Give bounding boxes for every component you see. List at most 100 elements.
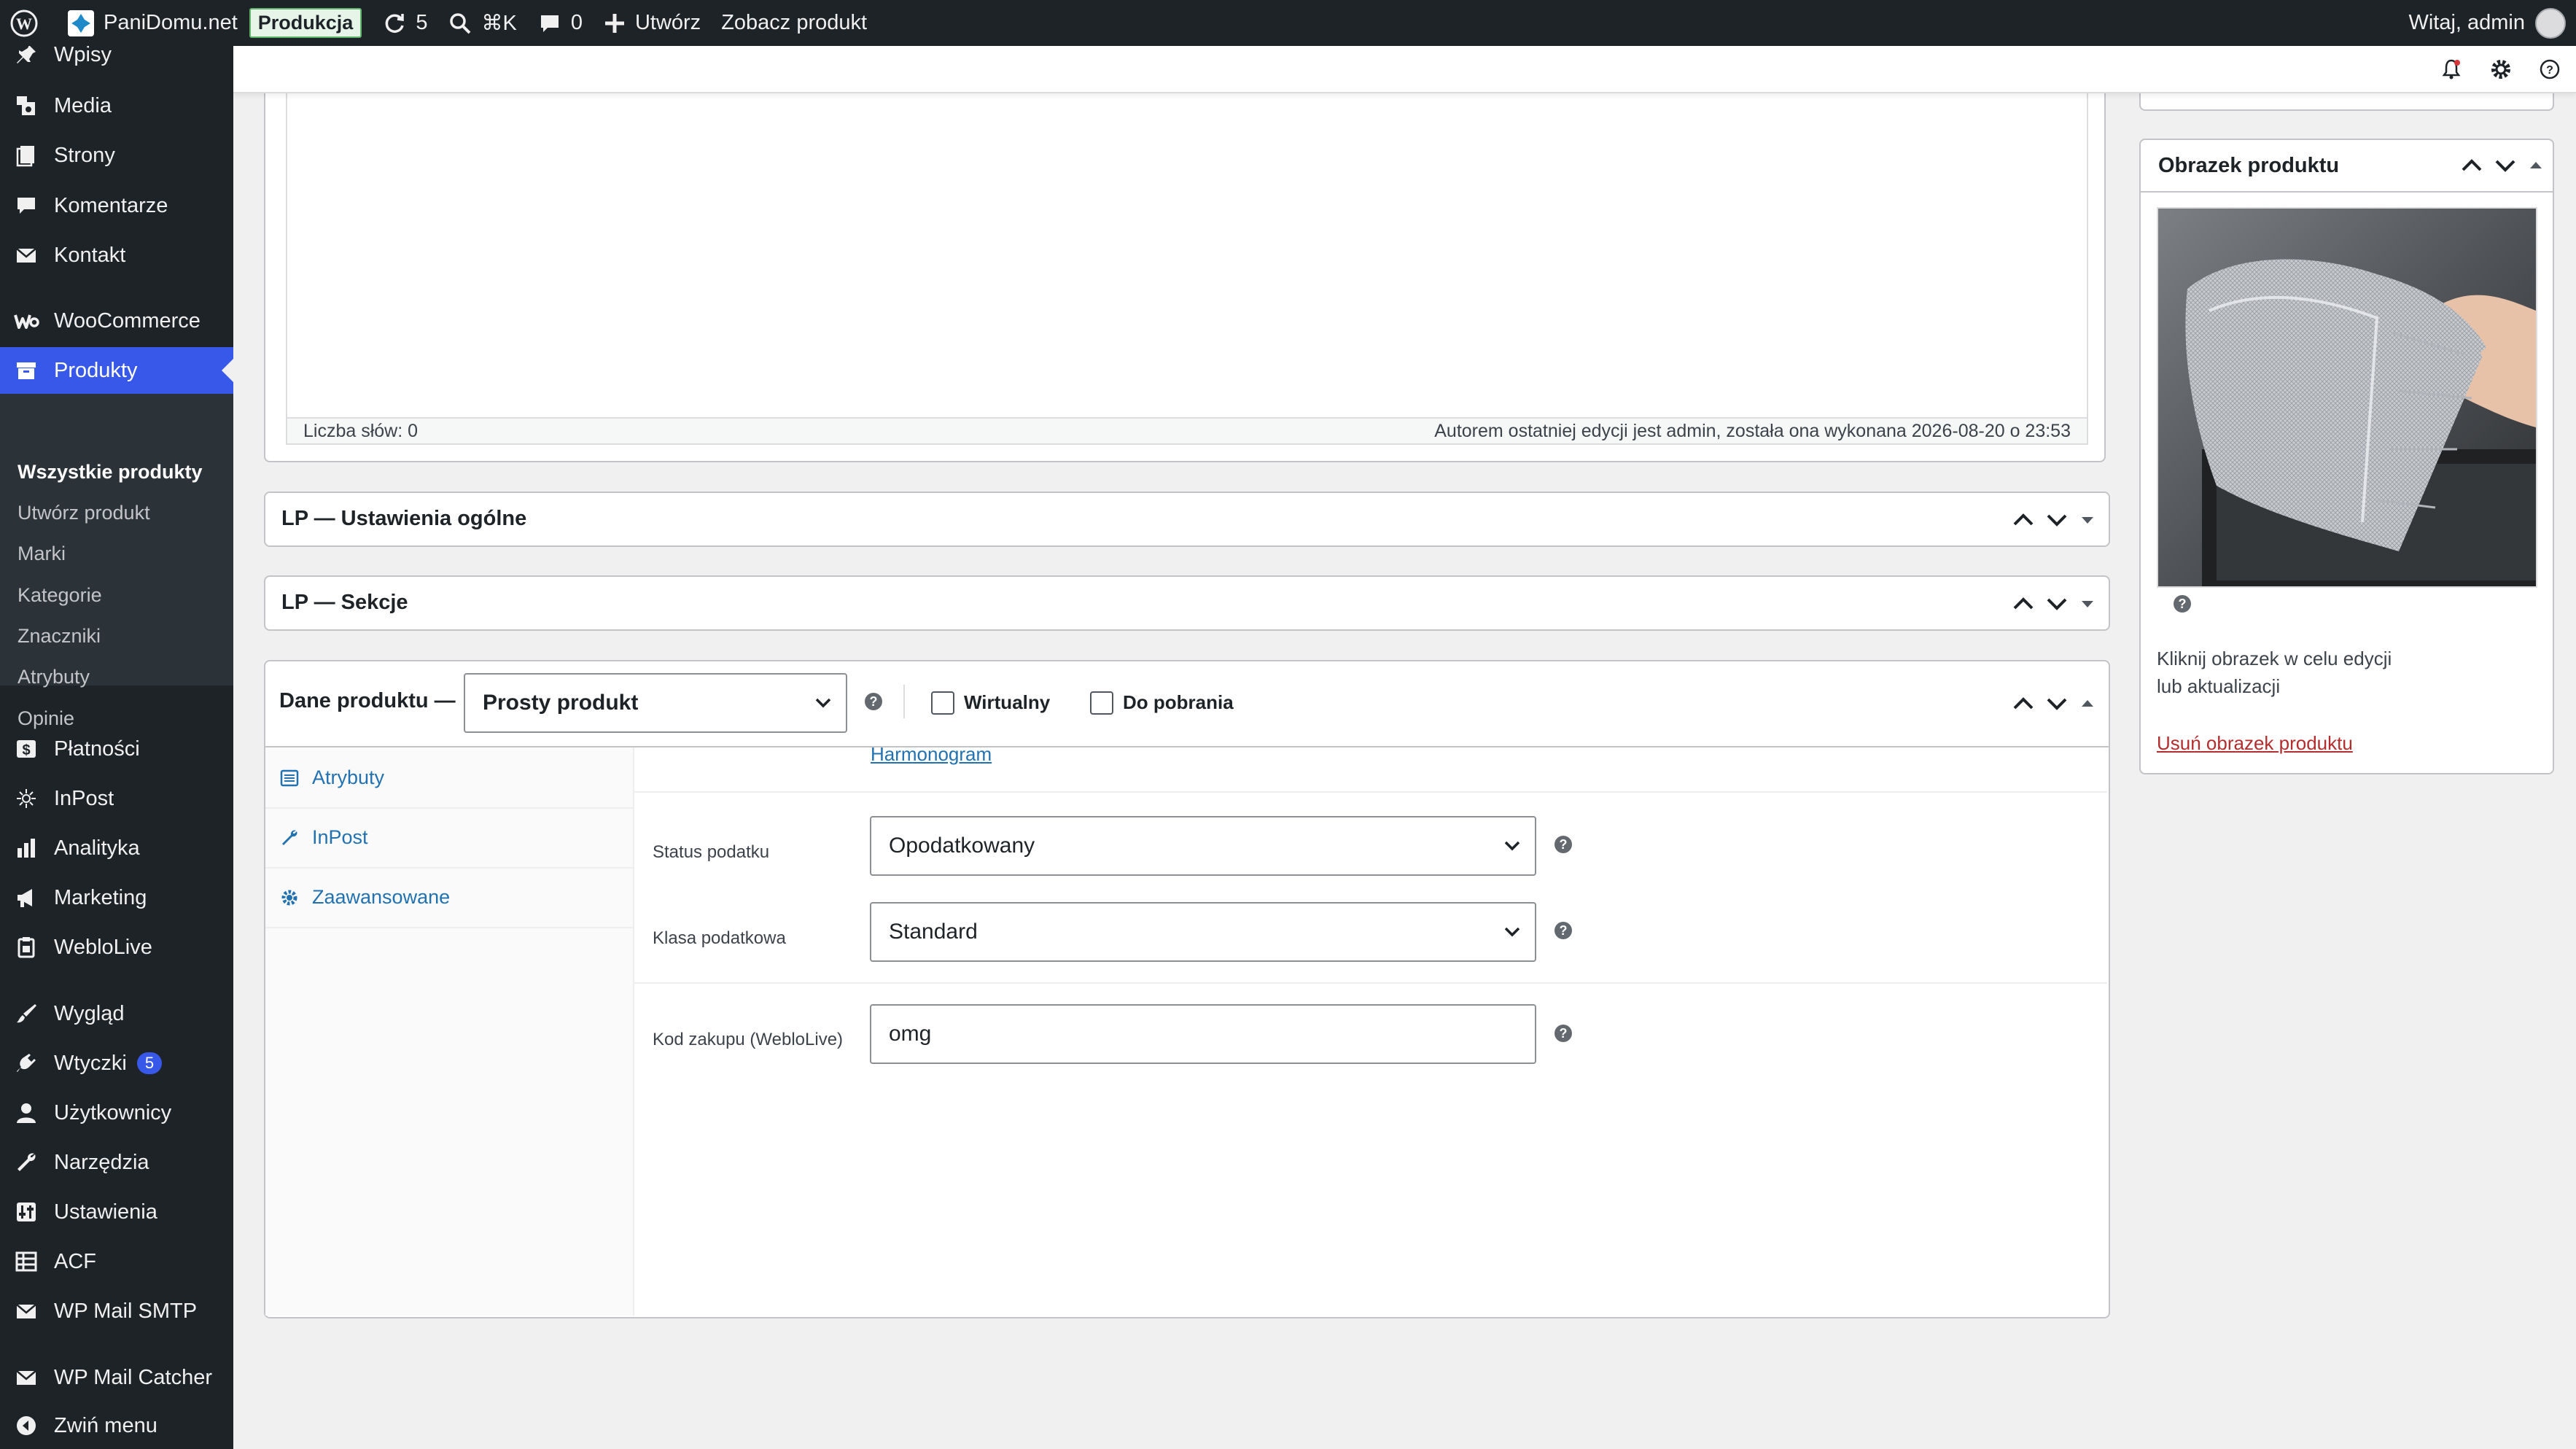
product-data-tabs: Atrybuty InPost Zaawansowane (265, 747, 634, 1316)
sidebar-item-platnosci[interactable]: $ Płatności (0, 726, 233, 772)
sidebar-item-label: Strony (54, 143, 115, 167)
toggle-triangle-icon[interactable] (2078, 593, 2097, 615)
sidebar-item-ustawienia[interactable]: Ustawienia (0, 1189, 233, 1235)
inpost-icon (13, 785, 39, 812)
sidebar-item-label: WP Mail SMTP (54, 1299, 198, 1323)
chevron-up-icon[interactable] (2011, 509, 2036, 531)
produkty-submenu: Wszystkie produkty Utwórz produkt Marki … (0, 394, 233, 729)
updates-link[interactable]: 5 (372, 0, 437, 46)
chevron-down-icon[interactable] (2044, 509, 2069, 531)
product-data-header: Dane produktu — Prosty produkt ? Wirtual… (265, 661, 2109, 747)
sidebar-item-wp-mail-smtp[interactable]: WP Mail SMTP (0, 1288, 233, 1335)
chevron-down-icon (1503, 925, 1522, 939)
help-tip-icon[interactable]: ? (2174, 595, 2191, 613)
purchase-code-value: omg (889, 1022, 932, 1046)
wordpress-logo-icon[interactable]: W (0, 0, 57, 46)
bar-chart-icon (13, 835, 39, 861)
purchase-code-input[interactable]: omg (870, 1004, 1536, 1064)
downloadable-label: Do pobrania (1123, 691, 1234, 713)
sidebar-item-acf[interactable]: ACF (0, 1238, 233, 1285)
chevron-up-icon[interactable] (2011, 593, 2036, 615)
search-link[interactable]: ⌘K (437, 0, 526, 46)
plugin-icon (13, 1050, 39, 1076)
virtual-checkbox[interactable] (931, 691, 954, 715)
product-image-thumbnail[interactable] (2157, 207, 2537, 588)
submenu-tags[interactable]: Znaczniki (17, 625, 101, 648)
site-name: PaniDomu.net (104, 11, 238, 34)
sidebar-item-label: Płatności (54, 737, 140, 761)
collapse-menu-button[interactable]: Zwiń menu (0, 1402, 233, 1449)
sidebar-item-narzedzia[interactable]: Narzędzia (0, 1139, 233, 1186)
sidebar-item-produkty[interactable]: Produkty (0, 347, 233, 394)
sidebar-item-analityka[interactable]: Analityka (0, 825, 233, 871)
site-name-link[interactable]: PaniDomu.net Produkcja (57, 0, 372, 46)
schedule-link[interactable]: Harmonogram (871, 743, 992, 766)
payment-icon: $ (13, 736, 39, 762)
account-menu[interactable]: Witaj, admin (2398, 0, 2576, 46)
bell-icon[interactable] (2440, 58, 2462, 80)
gear-icon[interactable] (2490, 58, 2512, 80)
product-image-metabox: Obrazek produktu ? Kliknij obrazek w cel… (2139, 139, 2554, 774)
submenu-categories[interactable]: Kategorie (17, 584, 102, 607)
sidebar-item-komentarze[interactable]: Komentarze (0, 182, 233, 229)
help-tip-icon[interactable]: ? (1554, 836, 1572, 853)
tab-divider (265, 927, 633, 928)
submenu-all-products[interactable]: Wszystkie produkty (17, 461, 203, 483)
hint-line: lub aktualizacji (2157, 675, 2281, 697)
svg-text:W: W (16, 15, 32, 33)
sidebar-item-woocommerce[interactable]: WooCommerce (0, 298, 233, 344)
chevron-down-icon[interactable] (2044, 593, 2069, 615)
toggle-triangle-up-icon[interactable] (2078, 693, 2097, 715)
sidebar-item-strony[interactable]: Strony (0, 132, 233, 179)
sidebar-item-label: Wygląd (54, 1001, 125, 1025)
sidebar-item-marketing[interactable]: Marketing (0, 874, 233, 921)
envelope-icon (13, 1298, 39, 1324)
tax-class-select[interactable]: Standard (870, 902, 1536, 962)
list-icon (280, 769, 312, 788)
tax-status-select[interactable]: Opodatkowany (870, 816, 1536, 876)
help-tip-icon[interactable]: ? (865, 693, 882, 710)
sidebar-item-label: Analityka (54, 836, 140, 860)
submenu-attributes[interactable]: Atrybuty (17, 666, 90, 688)
help-icon[interactable]: ? (2539, 58, 2561, 80)
sidebar-item-label: Komentarze (54, 193, 168, 217)
sidebar-item-wp-mail-catcher[interactable]: WP Mail Catcher (0, 1354, 233, 1401)
product-type-select[interactable]: Prosty produkt (464, 673, 847, 733)
tab-attributes[interactable]: Atrybuty (280, 766, 384, 789)
view-product-link[interactable]: Zobacz produkt (711, 0, 877, 46)
sidebar-item-wyglad[interactable]: Wygląd (0, 990, 233, 1037)
tax-class-value: Standard (889, 920, 978, 944)
metabox-title: LP — Sekcje (281, 591, 408, 614)
help-tip-icon[interactable]: ? (1554, 1025, 1572, 1042)
metabox-lp-sections: LP — Sekcje (264, 575, 2110, 631)
sidebar-item-wtyczki[interactable]: Wtyczki 5 (0, 1040, 233, 1087)
sidebar-item-label: Ustawienia (54, 1200, 157, 1224)
chevron-up-icon[interactable] (2459, 155, 2484, 176)
remove-product-image-link[interactable]: Usuń obrazek produktu (2157, 732, 2353, 755)
sidebar-item-media[interactable]: Media (0, 82, 233, 129)
collapse-menu-label: Zwiń menu (54, 1413, 157, 1437)
description-editor[interactable] (286, 92, 2088, 419)
create-new-link[interactable]: Utwórz (593, 0, 711, 46)
downloadable-checkbox[interactable] (1090, 691, 1113, 715)
create-label: Utwórz (634, 11, 701, 34)
tab-advanced[interactable]: Zaawansowane (280, 886, 450, 909)
tab-inpost[interactable]: InPost (280, 826, 368, 849)
tab-label: Atrybuty (312, 766, 385, 788)
sidebar-item-inpost[interactable]: InPost (0, 775, 233, 822)
sidebar-item-kontakt[interactable]: Kontakt (0, 232, 233, 279)
chevron-down-icon[interactable] (2493, 155, 2518, 176)
chevron-up-icon[interactable] (2011, 693, 2036, 715)
pages-icon (13, 142, 39, 168)
submenu-create-product[interactable]: Utwórz produkt (17, 502, 150, 524)
toggle-triangle-up-icon[interactable] (2526, 155, 2545, 176)
tax-class-label: Klasa podatkowa (653, 928, 786, 948)
help-tip-icon[interactable]: ? (1554, 922, 1572, 939)
sidebar-item-weblolive[interactable]: WebloLive (0, 924, 233, 971)
comments-link[interactable]: 0 (527, 0, 593, 46)
sidebar-item-uzytkownicy[interactable]: Użytkownicy (0, 1089, 233, 1136)
product-image-title: Obrazek produktu (2158, 154, 2340, 177)
toggle-triangle-icon[interactable] (2078, 509, 2097, 531)
chevron-down-icon[interactable] (2044, 693, 2069, 715)
submenu-brands[interactable]: Marki (17, 543, 66, 565)
